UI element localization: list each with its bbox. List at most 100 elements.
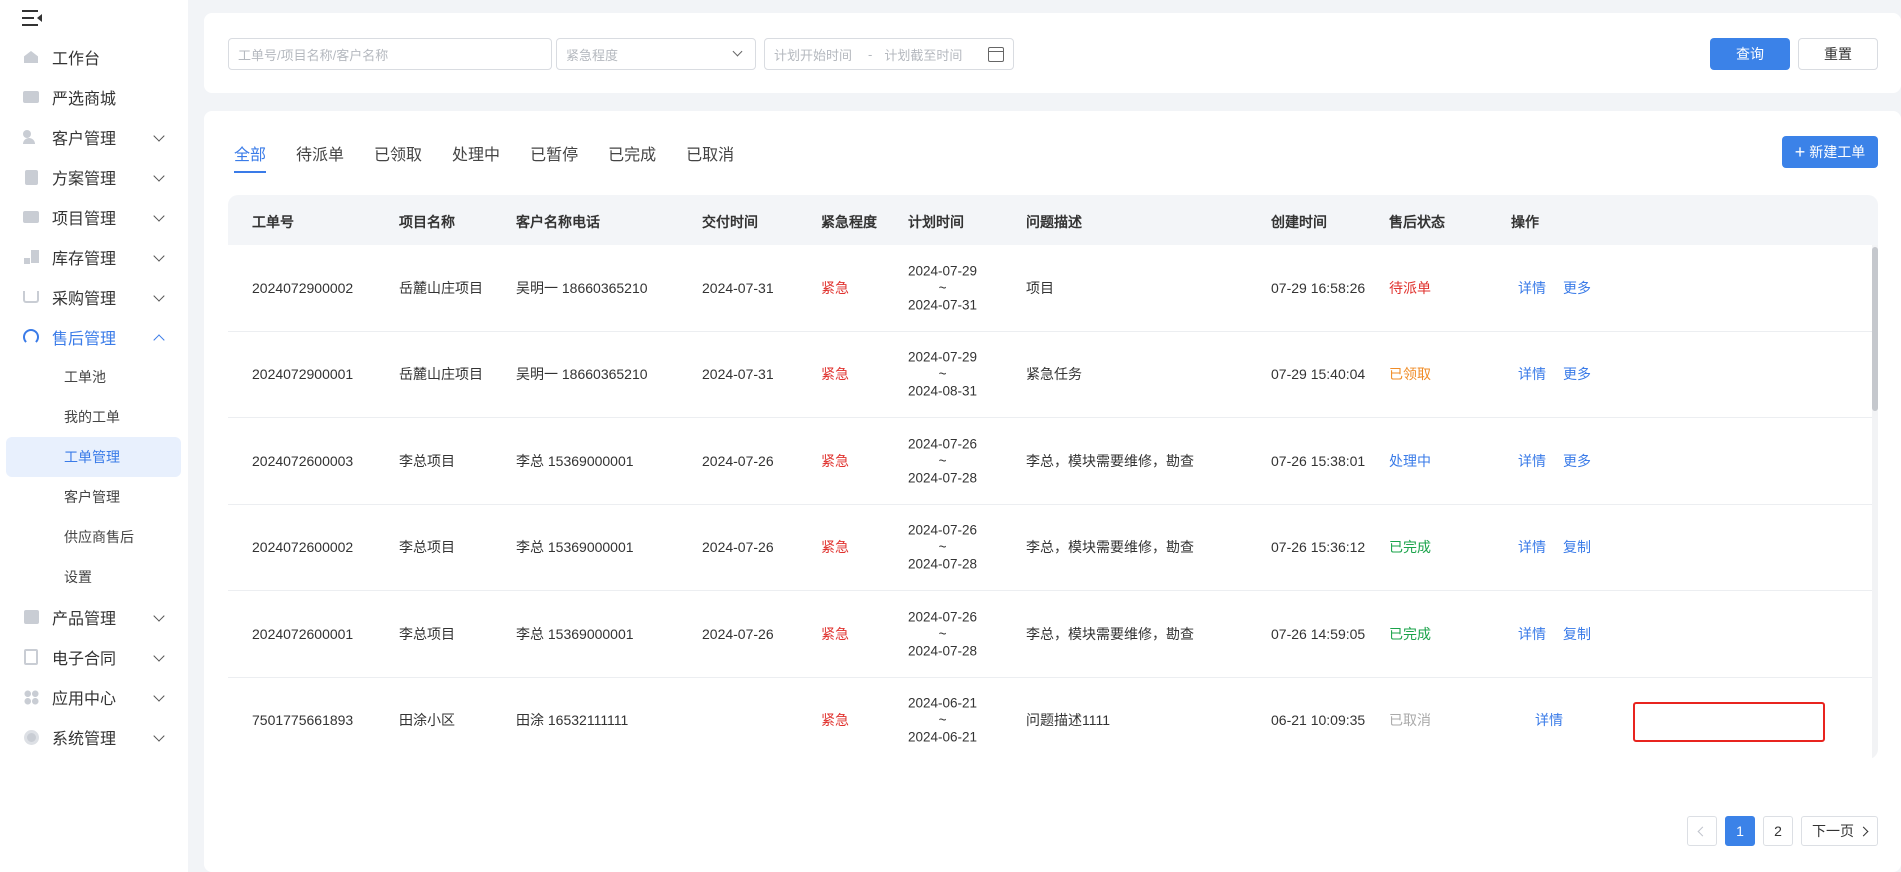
- table-scrollbar[interactable]: [1872, 245, 1878, 759]
- sidebar-item-10[interactable]: 电子合同: [6, 637, 181, 677]
- table-header: 工单号 项目名称 客户名称电话 交付时间 紧急程度 计划时间 问题描述 创建时间 售后状态 操作: [228, 195, 1878, 245]
- plan-period: 2024-07-26 ~2024-07-28: [908, 522, 977, 573]
- more-link[interactable]: 更多: [1563, 451, 1591, 471]
- query-button[interactable]: 查询: [1710, 38, 1790, 70]
- sidebar-item-1[interactable]: 工作台: [6, 37, 181, 77]
- plan-end: 2024-07-28: [908, 470, 978, 486]
- plan-start-placeholder: 计划开始时间: [774, 47, 853, 63]
- sidebar-item-12[interactable]: 系统管理: [6, 717, 181, 757]
- sidebar-menu: 工作台 严选商城 客户管理 方案管理 项目管理 库存管理 采购管理 售后管理 工单池 我的工单 工单…: [6, 37, 181, 757]
- sidebar-item-label: 严选商城: [52, 91, 117, 108]
- sidebar-subitem[interactable]: 我的工单: [6, 397, 181, 437]
- copy-link[interactable]: 复制: [1563, 537, 1591, 557]
- detail-link[interactable]: 详情: [1518, 278, 1546, 298]
- scrollbar-thumb[interactable]: [1872, 247, 1878, 411]
- plan-date-range-picker[interactable]: 计划开始时间 - 计划截至时间: [764, 38, 1014, 70]
- more-link[interactable]: 更多: [1563, 278, 1591, 298]
- sidebar-item-7[interactable]: 采购管理: [6, 277, 181, 317]
- more-link[interactable]: 更多: [1563, 364, 1591, 384]
- date-separator: -: [868, 46, 873, 62]
- plus-icon: +: [1794, 142, 1806, 162]
- plan-period: 2024-07-29 ~2024-08-31: [908, 349, 977, 400]
- column-header: 客户名称电话: [516, 214, 600, 230]
- inventory-icon: [22, 249, 40, 265]
- table-row: 2024072600001 李总项目 李总 15369000001 2024-07-2…: [228, 591, 1878, 678]
- tab-2[interactable]: 待派单: [296, 141, 344, 173]
- chevron-right-icon: [1858, 826, 1869, 836]
- sidebar-item-6[interactable]: 库存管理: [6, 237, 181, 277]
- sidebar-subitem[interactable]: 供应商售后: [6, 517, 181, 557]
- tab-5[interactable]: 已暂停: [530, 141, 578, 173]
- sidebar-subitem[interactable]: 工单管理: [6, 437, 181, 477]
- menu-collapse-icon[interactable]: [22, 10, 42, 26]
- project-name: 李总项目: [399, 625, 455, 642]
- contract-icon: [22, 649, 40, 665]
- created-time: 07-26 14:59:05: [1271, 625, 1366, 642]
- sidebar-item-5[interactable]: 项目管理: [6, 197, 181, 237]
- sidebar-item-label: 方案管理: [52, 171, 117, 188]
- issue-description: 李总，模块需要维修，勘查: [1026, 625, 1194, 642]
- detail-link[interactable]: 详情: [1518, 624, 1546, 644]
- calendar-icon[interactable]: [988, 47, 1004, 62]
- next-page-button[interactable]: 下一页: [1801, 816, 1878, 846]
- reset-button[interactable]: 重置: [1798, 38, 1878, 70]
- chevron-down-icon: [153, 170, 165, 182]
- copy-link[interactable]: 复制: [1563, 624, 1591, 644]
- tab-3[interactable]: 已领取: [374, 141, 422, 173]
- created-time: 06-21 10:09:35: [1271, 712, 1366, 729]
- tab-4[interactable]: 处理中: [452, 141, 500, 173]
- status-badge: 待派单: [1389, 279, 1431, 296]
- urgency-select[interactable]: 紧急程度: [556, 38, 756, 70]
- document-icon: [22, 169, 40, 185]
- page-2-button[interactable]: 2: [1763, 816, 1793, 846]
- keyword-search-input[interactable]: 工单号/项目名称/客户名称: [228, 38, 552, 70]
- delivery-date: 2024-07-31: [702, 366, 774, 383]
- sidebar-item-11[interactable]: 应用中心: [6, 677, 181, 717]
- sidebar-item-3[interactable]: 客户管理: [6, 117, 181, 157]
- headset-icon: [22, 329, 40, 345]
- chevron-down-icon: [153, 730, 165, 742]
- sidebar-item-2[interactable]: 严选商城: [6, 77, 181, 117]
- customer-contact: 吴明一 18660365210: [516, 279, 648, 296]
- project-name: 岳麓山庄项目: [399, 279, 483, 296]
- sidebar-item-8[interactable]: 售后管理: [6, 317, 181, 357]
- new-ticket-button[interactable]: + 新建工单: [1782, 136, 1878, 168]
- status-badge: 已完成: [1389, 625, 1431, 642]
- page-1-button[interactable]: 1: [1725, 816, 1755, 846]
- delivery-date: 2024-07-26: [702, 539, 774, 556]
- sidebar-subitem[interactable]: 工单池: [6, 357, 181, 397]
- project-name: 田涂小区: [399, 712, 455, 729]
- chevron-down-icon: [732, 46, 743, 57]
- column-header: 创建时间: [1271, 214, 1327, 230]
- plan-tilde: ~: [938, 366, 947, 382]
- user-icon: [22, 129, 40, 145]
- chevron-down-icon: [153, 610, 165, 622]
- sidebar-subitem[interactable]: 设置: [6, 557, 181, 597]
- ticket-id: 2024072600002: [252, 539, 354, 556]
- filter-bar: 工单号/项目名称/客户名称 紧急程度 计划开始时间 - 计划截至时间 查询 重置: [204, 13, 1901, 93]
- detail-link[interactable]: 详情: [1518, 451, 1546, 471]
- prev-page-button[interactable]: [1687, 816, 1717, 846]
- detail-link[interactable]: 详情: [1518, 537, 1546, 557]
- sidebar-item-9[interactable]: 产品管理: [6, 597, 181, 637]
- sidebar-item-label: 采购管理: [52, 291, 117, 308]
- sidebar-item-4[interactable]: 方案管理: [6, 157, 181, 197]
- sidebar-subitem[interactable]: 客户管理: [6, 477, 181, 517]
- tab-7[interactable]: 已取消: [686, 141, 734, 173]
- chevron-down-icon: [153, 290, 165, 302]
- detail-link[interactable]: 详情: [1535, 710, 1563, 730]
- column-header: 项目名称: [399, 214, 455, 230]
- sidebar-item-label: 售后管理: [52, 331, 117, 348]
- status-badge: 已取消: [1389, 712, 1431, 729]
- issue-description: 李总，模块需要维修，勘查: [1026, 539, 1194, 556]
- urgency-level: 紧急: [821, 452, 849, 469]
- tab-1[interactable]: 全部: [234, 141, 267, 173]
- detail-link[interactable]: 详情: [1518, 364, 1546, 384]
- project-name: 李总项目: [399, 452, 455, 469]
- plan-start: 2024-07-29: [908, 349, 978, 365]
- tab-6[interactable]: 已完成: [608, 141, 656, 173]
- customer-contact: 李总 15369000001: [516, 539, 634, 556]
- plan-start: 2024-07-26: [908, 609, 978, 625]
- delivery-date: 2024-07-26: [702, 452, 774, 469]
- column-header: 问题描述: [1026, 214, 1082, 230]
